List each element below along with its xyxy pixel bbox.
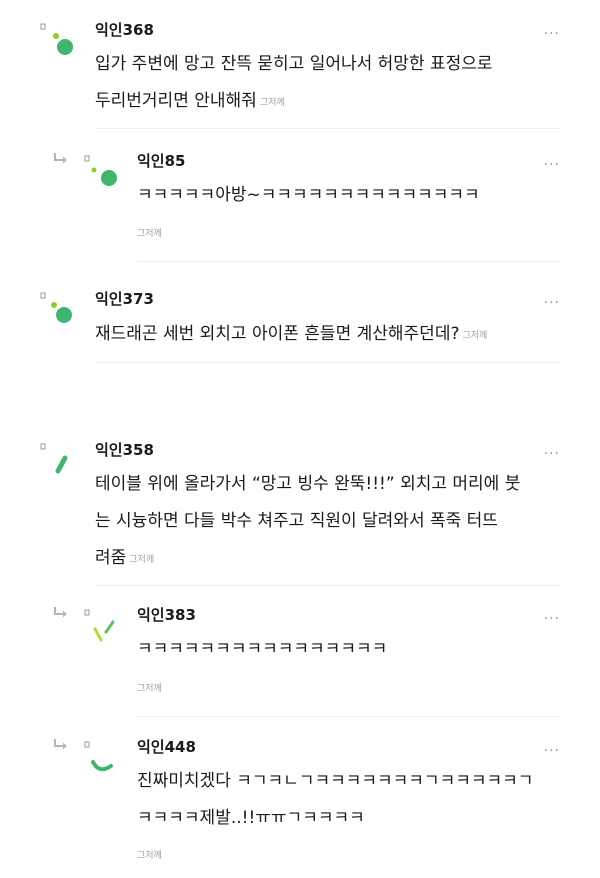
divider [137,261,560,262]
divider [95,128,560,129]
more-options-icon[interactable]: ··· [544,27,560,41]
comment-timestamp: 그저께 [129,555,155,565]
arc-avatar-icon[interactable] [84,738,124,778]
dot-circle-avatar-icon[interactable] [40,20,80,60]
comment-body: 재드래곤 세번 외치고 아이폰 흔들면 계산해주던데? 그저께 [95,316,565,355]
comment-timestamp: 그저께 [462,331,488,341]
comment-nickname[interactable]: 익인358 [95,440,154,460]
comment-body: 테이블 위에 올라가서 “망고 빙수 완뚝!!!” 외치고 머리에 붓 는 시늉… [95,466,575,579]
comment-text-line: 려줌 [95,548,127,568]
comment-text-line: ㅋㅋㅋㅋ제발..!!ㅠㅠㄱㅋㅋㅋㅋ [137,808,365,828]
dot-circle-avatar-icon[interactable] [40,290,80,330]
comment-text-line: 는 시늉하면 다들 박수 쳐주고 직원이 달려와서 폭죽 터뜨 [95,511,498,531]
comment-nickname[interactable]: 익인368 [95,20,154,40]
reply-arrow-icon [54,739,67,750]
reply-arrow-icon [54,153,67,164]
comment-nickname[interactable]: 익인85 [137,151,185,171]
divider [95,362,560,363]
comment-body: ㅋㅋㅋㅋㅋ아방~ㅋㅋㅋㅋㅋㅋㅋㅋㅋㅋㅋㅋㅋㅋ [137,185,480,205]
dot-circle-avatar-icon[interactable] [84,152,124,192]
comment-text-line: 두리번거리면 안내해줘 [95,91,257,111]
reply-arrow-icon [54,607,67,618]
comment-timestamp: 그저께 [259,98,285,108]
comment-timestamp: 그저께 [137,851,162,861]
more-options-icon[interactable]: ··· [544,296,560,310]
comment-nickname[interactable]: 익인383 [137,605,196,625]
comment-timestamp: 그저께 [137,229,162,239]
comment-body: ㅋㅋㅋㅋㅋㅋㅋㅋㅋㅋㅋㅋㅋㅋㅋㅋ [137,639,388,659]
comment-text-line: 테이블 위에 올라가서 “망고 빙수 완뚝!!!” 외치고 머리에 붓 [95,474,521,494]
comment-text-line: 재드래곤 세번 외치고 아이폰 흔들면 계산해주던데? [95,324,460,344]
more-options-icon[interactable]: ··· [544,447,560,461]
comment-timestamp: 그저께 [137,684,162,694]
comment-text-line: 입가 주변에 망고 잔뜩 묻히고 일어나서 허망한 표정으로 [95,54,493,74]
comment-text-line: 진짜미치겠다 ㅋㄱㅋㄴㄱㅋㅋㅋㅋㅋㅋㅋㄱㅋㅋㅋㅋㅋㄱ [137,771,534,791]
v-avatar-icon[interactable] [84,606,124,646]
comment-body: 입가 주변에 망고 잔뜩 묻히고 일어나서 허망한 표정으로 두리번거리면 안내… [95,46,565,122]
more-options-icon[interactable]: ··· [544,158,560,172]
more-options-icon[interactable]: ··· [544,744,560,758]
comment-nickname[interactable]: 익인373 [95,289,154,309]
more-options-icon[interactable]: ··· [544,612,560,626]
divider [95,585,560,586]
divider [137,716,560,717]
comment-body: 진짜미치겠다 ㅋㄱㅋㄴㄱㅋㅋㅋㅋㅋㅋㅋㄱㅋㅋㅋㅋㅋㄱ ㅋㅋㅋㅋ제발..!!ㅠㅠㄱ… [137,763,567,837]
comment-nickname[interactable]: 익인448 [137,737,196,757]
slash-avatar-icon[interactable] [40,440,80,480]
